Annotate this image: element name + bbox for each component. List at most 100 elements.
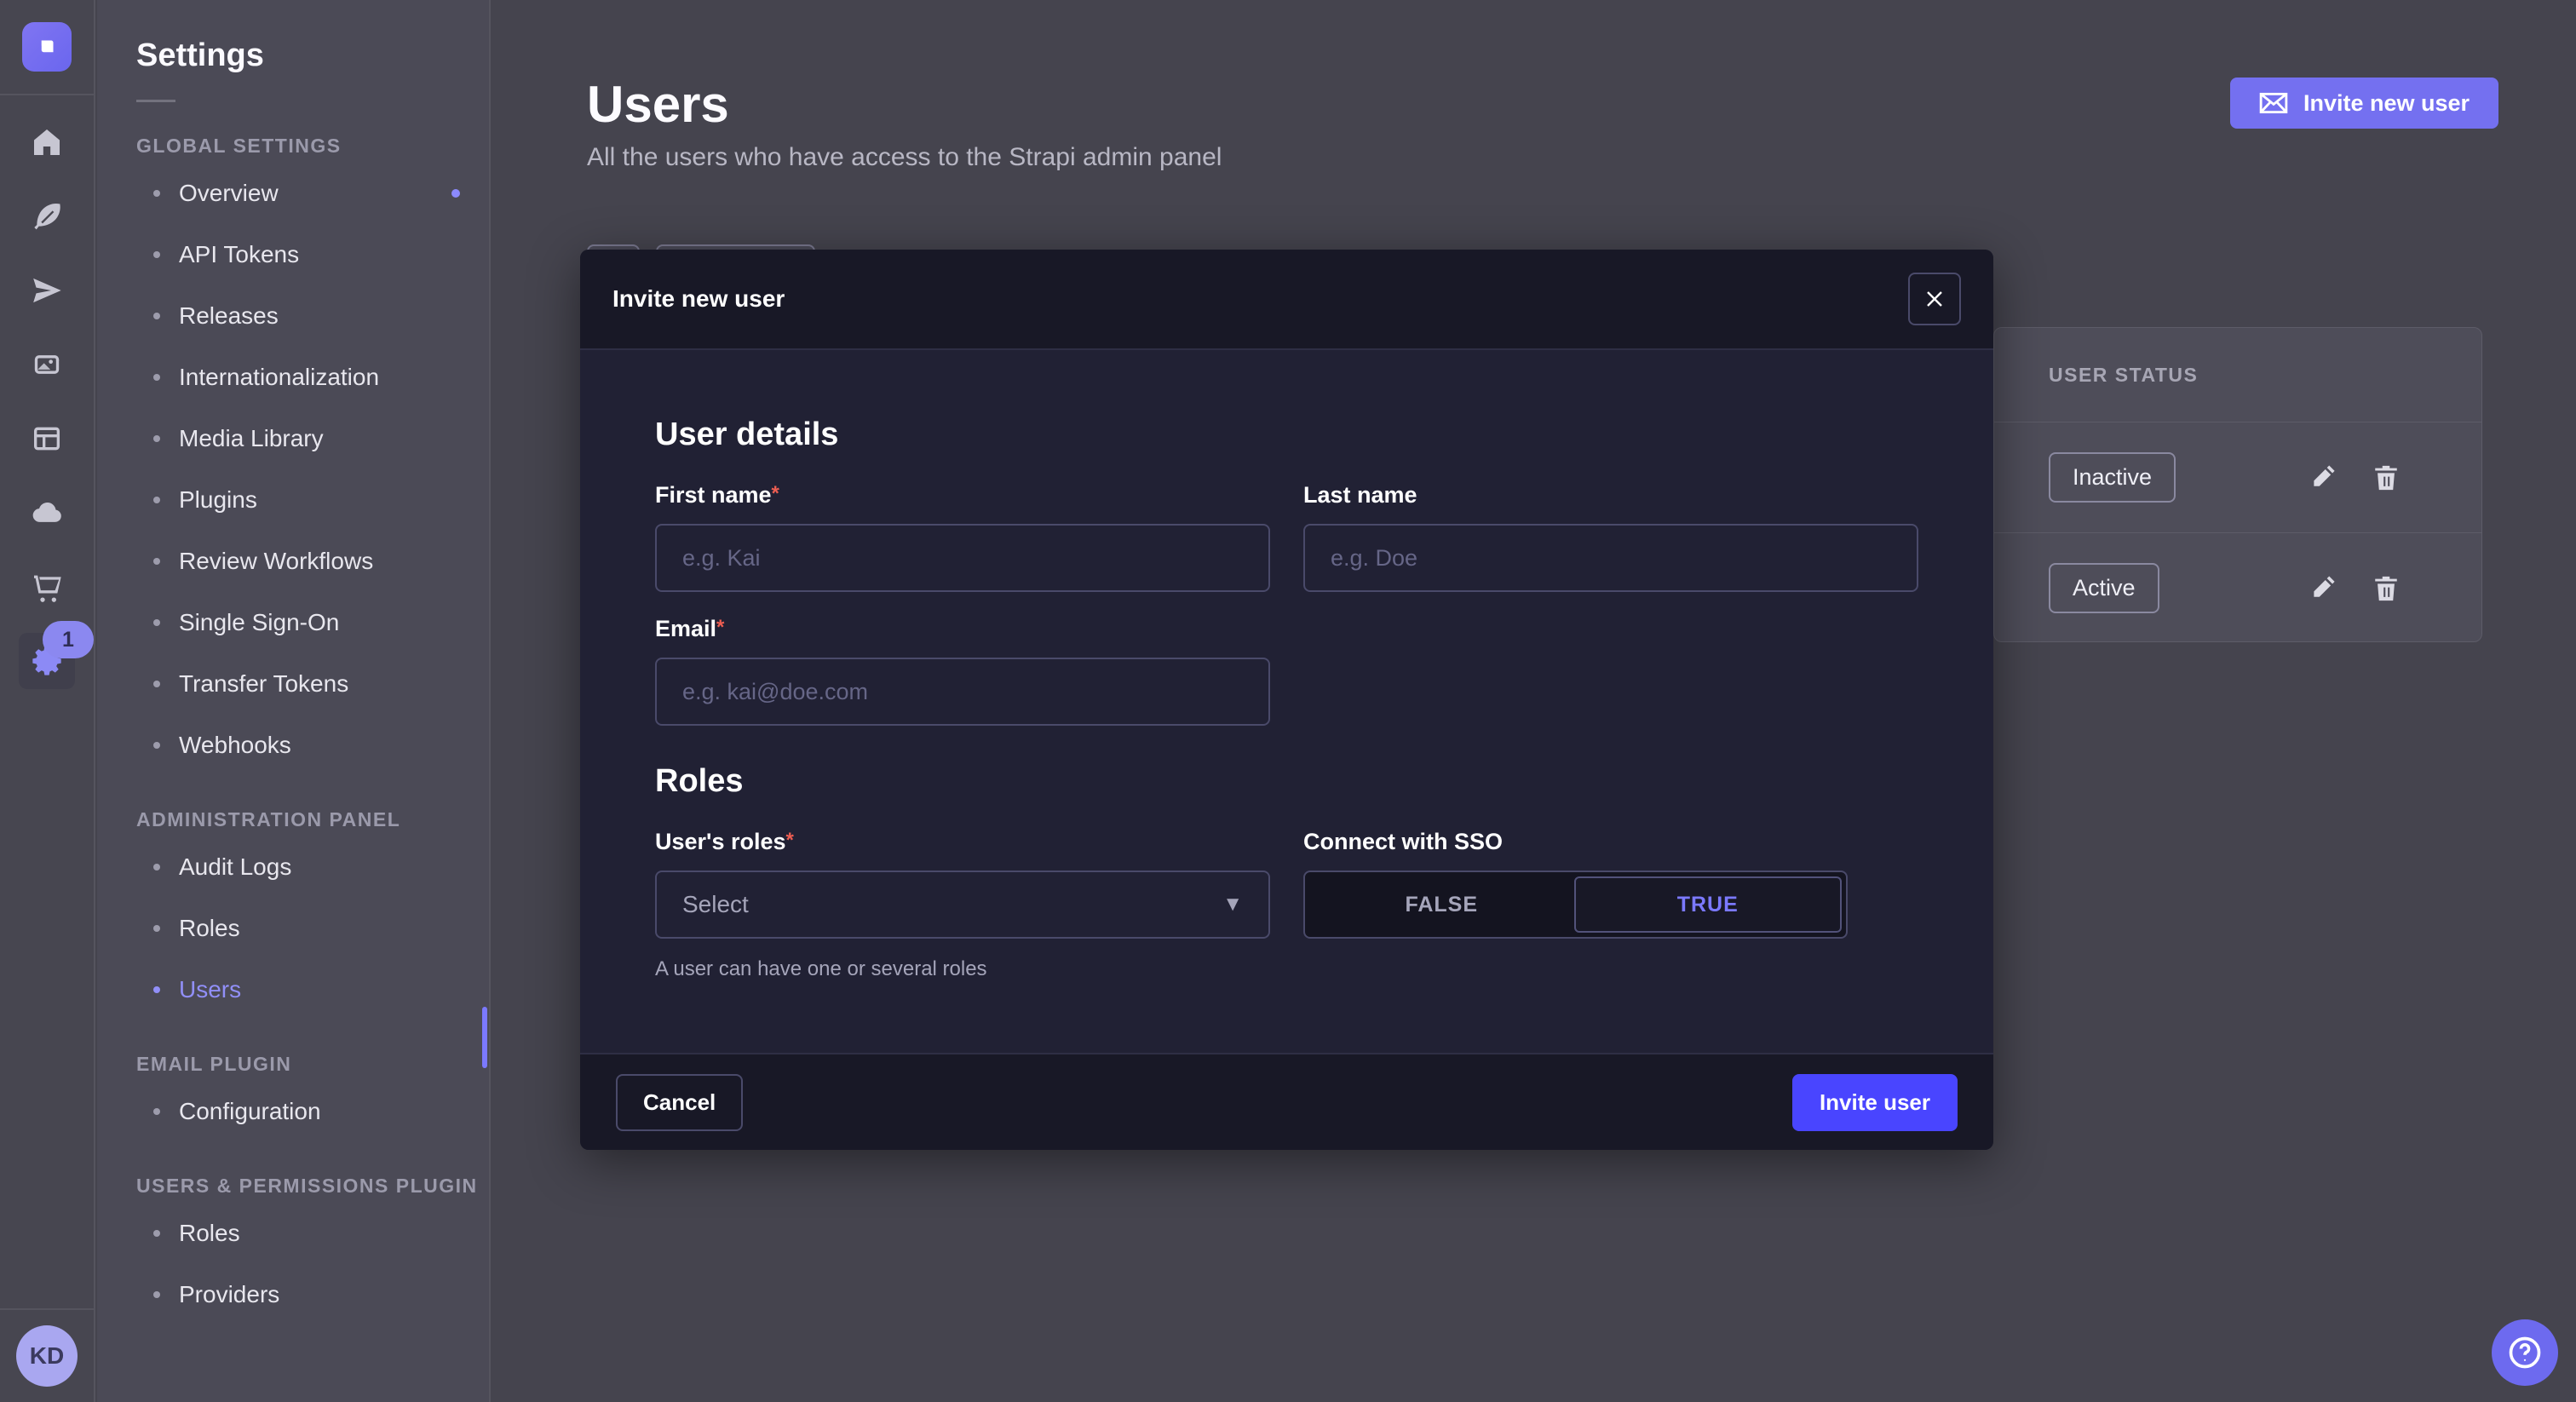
bullet-icon: [153, 864, 160, 871]
chevron-down-icon: ▼: [1222, 893, 1243, 916]
sidebar-item-webhooks[interactable]: Webhooks: [97, 715, 489, 776]
table-row: Inactive: [1994, 422, 2481, 532]
question-mark-icon: [2506, 1334, 2544, 1371]
sidebar-item-overview[interactable]: Overview: [97, 163, 489, 224]
sidebar-item-review-workflows[interactable]: Review Workflows: [97, 531, 489, 592]
rail-icon-list: 1: [19, 114, 75, 707]
table-row: Active: [1994, 532, 2481, 642]
required-asterisk: *: [786, 829, 794, 852]
settings-notification-badge: 1: [43, 621, 94, 658]
cancel-button[interactable]: Cancel: [616, 1074, 743, 1131]
sidebar-item-api-tokens[interactable]: API Tokens: [97, 224, 489, 285]
last-name-field-group: Last name: [1303, 482, 1918, 592]
users-table-card: USER STATUS Inactive Active: [1993, 327, 2482, 642]
email-label: Email*: [655, 616, 1270, 642]
envelope-icon: [2259, 92, 2288, 114]
sidebar-item-users[interactable]: Users: [97, 959, 489, 1020]
home-icon[interactable]: [19, 114, 75, 170]
sso-field-group: Connect with SSO FALSE TRUE: [1303, 829, 1918, 981]
bullet-icon: [153, 558, 160, 565]
sidebar-item-media-library[interactable]: Media Library: [97, 408, 489, 469]
required-asterisk: *: [716, 616, 724, 639]
section-label-users-permissions-plugin: USERS & PERMISSIONS PLUGIN: [136, 1175, 489, 1198]
edit-pencil-icon[interactable]: [2309, 574, 2337, 603]
sidebar-item-single-sign-on[interactable]: Single Sign-On: [97, 592, 489, 653]
required-asterisk: *: [772, 482, 779, 505]
sidebar-item-internationalization[interactable]: Internationalization: [97, 347, 489, 408]
user-details-heading: User details: [655, 417, 1919, 453]
section-label-administration-panel: ADMINISTRATION PANEL: [136, 808, 489, 831]
sso-false-option[interactable]: FALSE: [1309, 876, 1574, 933]
bullet-icon: [153, 435, 160, 442]
last-name-label: Last name: [1303, 482, 1918, 509]
bullet-icon: [153, 619, 160, 626]
sidebar-item-transfer-tokens[interactable]: Transfer Tokens: [97, 653, 489, 715]
bullet-icon: [153, 986, 160, 993]
bullet-icon: [153, 190, 160, 197]
sidebar-item-providers[interactable]: Providers: [97, 1264, 489, 1325]
user-avatar[interactable]: KD: [16, 1325, 78, 1387]
modal-body: User details First name* Last name Email…: [580, 350, 1993, 1053]
select-value: Select: [682, 891, 749, 918]
edit-pencil-icon[interactable]: [2309, 463, 2337, 492]
bullet-icon: [153, 742, 160, 749]
settings-sidebar: Settings GLOBAL SETTINGS Overview API To…: [97, 0, 491, 1402]
bullet-icon: [153, 497, 160, 503]
status-badge: Inactive: [2049, 452, 2176, 503]
sidebar-item-plugins[interactable]: Plugins: [97, 469, 489, 531]
content-type-builder-feather-icon[interactable]: [19, 188, 75, 244]
bullet-icon: [153, 1108, 160, 1115]
page-subtitle: All the users who have access to the Str…: [587, 143, 1222, 172]
first-name-label: First name*: [655, 482, 1270, 509]
strapi-logo[interactable]: [22, 22, 72, 72]
first-name-field-group: First name*: [655, 482, 1270, 592]
sso-true-option[interactable]: TRUE: [1574, 876, 1843, 933]
modal-header: Invite new user: [580, 250, 1993, 350]
overview-notification-dot: [451, 189, 460, 198]
roles-heading: Roles: [655, 763, 1919, 800]
sidebar-item-audit-logs[interactable]: Audit Logs: [97, 836, 489, 898]
sso-toggle: FALSE TRUE: [1303, 871, 1848, 939]
marketplace-cart-icon[interactable]: [19, 559, 75, 615]
invite-new-user-modal: Invite new user User details First name*…: [580, 250, 1993, 1150]
sso-label: Connect with SSO: [1303, 829, 1918, 855]
sidebar-item-releases[interactable]: Releases: [97, 285, 489, 347]
close-icon[interactable]: [1908, 273, 1961, 325]
sidebar-item-configuration[interactable]: Configuration: [97, 1081, 489, 1142]
user-status-column-header: USER STATUS: [1994, 328, 2481, 422]
modal-title: Invite new user: [612, 285, 785, 313]
email-field[interactable]: [655, 658, 1270, 726]
sidebar-title: Settings: [136, 37, 489, 74]
section-label-global-settings: GLOBAL SETTINGS: [136, 135, 489, 158]
roles-hint: A user can have one or several roles: [655, 957, 1270, 981]
modal-footer: Cancel Invite user: [580, 1053, 1993, 1150]
logo-cell: [0, 0, 95, 95]
last-name-field[interactable]: [1303, 524, 1918, 592]
bullet-icon: [153, 251, 160, 258]
cloud-icon[interactable]: [19, 485, 75, 541]
deploy-paper-plane-icon[interactable]: [19, 262, 75, 319]
sidebar-title-divider: [136, 100, 175, 102]
delete-trash-icon[interactable]: [2372, 463, 2401, 492]
help-button[interactable]: [2492, 1319, 2558, 1386]
invite-user-submit-button[interactable]: Invite user: [1792, 1074, 1958, 1131]
content-manager-layout-icon[interactable]: [19, 411, 75, 467]
delete-trash-icon[interactable]: [2372, 574, 2401, 603]
status-badge: Active: [2049, 563, 2159, 613]
sidebar-item-up-roles[interactable]: Roles: [97, 1203, 489, 1264]
email-field-group: Email*: [655, 616, 1270, 726]
media-library-images-icon[interactable]: [19, 336, 75, 393]
bullet-icon: [153, 313, 160, 319]
bullet-icon: [153, 925, 160, 932]
page-title: Users: [587, 75, 729, 134]
invite-new-user-button[interactable]: Invite new user: [2230, 78, 2498, 129]
settings-gear-icon[interactable]: 1: [19, 633, 75, 689]
bullet-icon: [153, 681, 160, 687]
bullet-icon: [153, 374, 160, 381]
rail-bottom: KD: [0, 1308, 95, 1402]
sidebar-item-admin-roles[interactable]: Roles: [97, 898, 489, 959]
bullet-icon: [153, 1230, 160, 1237]
user-roles-select[interactable]: Select ▼: [655, 871, 1270, 939]
first-name-field[interactable]: [655, 524, 1270, 592]
sidebar-scrollbar-thumb[interactable]: [482, 1007, 487, 1068]
